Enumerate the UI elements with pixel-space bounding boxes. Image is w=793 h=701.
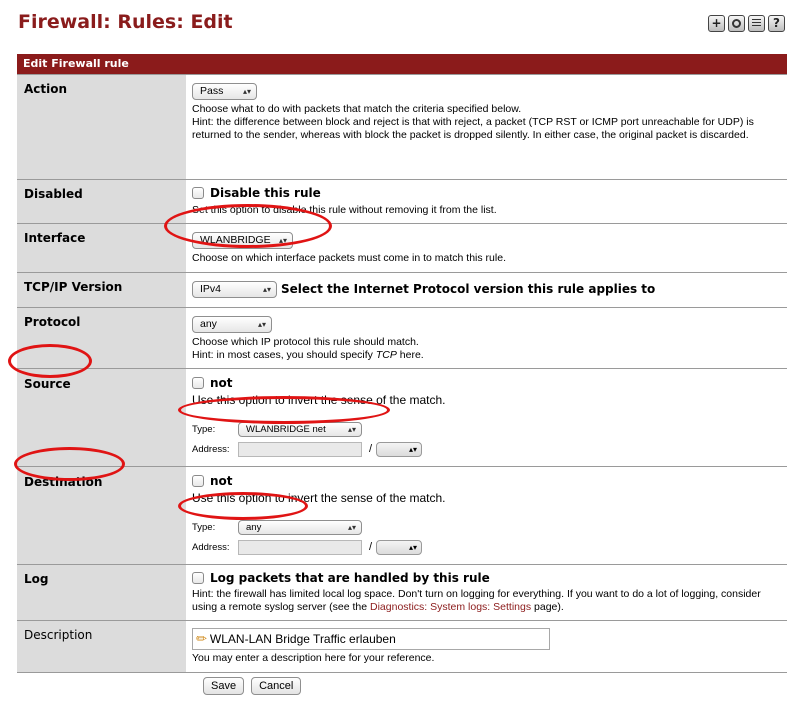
help-icon[interactable]: ? [768, 15, 785, 32]
row-description: Description ✏ WLAN-LAN Bridge Traffic er… [17, 620, 787, 673]
source-type-select[interactable]: WLANBRIDGE net ▴▾ [238, 422, 362, 437]
chevron-updown-icon: ▴▾ [347, 523, 356, 532]
source-address-label: Address: [192, 444, 230, 455]
ipversion-label: TCP/IP Version [17, 272, 186, 308]
row-ipversion: TCP/IP Version IPv4 ▴▾ Select the Interne… [17, 272, 787, 308]
row-destination: Destination not Use this option to inver… [17, 466, 787, 565]
form-buttons: Save Cancel [203, 677, 302, 695]
row-action: Action Pass ▴▾ Choose what to do with pac… [17, 74, 787, 180]
log-checkbox[interactable] [192, 571, 204, 584]
row-interface: Interface WLANBRIDGE ▴▾ Choose on which i… [17, 223, 787, 273]
interface-select[interactable]: WLANBRIDGE ▴▾ [192, 231, 293, 249]
row-protocol: Protocol any ▴▾ Choose which IP protocol … [17, 307, 787, 369]
ipversion-select[interactable]: IPv4 ▴▾ [192, 280, 277, 298]
source-label: Source [17, 368, 186, 467]
save-button[interactable]: Save [203, 677, 245, 695]
pencil-icon: ✏ [196, 630, 207, 646]
disabled-hint: Set this option to disable this rule wit… [192, 203, 497, 216]
row-source: Source not Use this option to invert the… [17, 368, 787, 467]
destination-type-select[interactable]: any ▴▾ [238, 520, 362, 535]
disabled-label: Disabled [17, 179, 186, 224]
row-disabled: Disabled Disable this rule Set this opti… [17, 179, 787, 224]
chevron-updown-icon: ▴▾ [242, 86, 251, 96]
source-not-label: not [210, 375, 233, 390]
add-icon[interactable]: + [708, 15, 725, 32]
description-hint: You may enter a description here for you… [192, 651, 435, 664]
source-type-label: Type: [192, 424, 216, 435]
gear-icon[interactable] [728, 15, 745, 32]
chevron-updown-icon: ▴▾ [257, 319, 266, 329]
destination-address-label: Address: [192, 542, 230, 553]
chevron-updown-icon: ▴▾ [347, 425, 356, 434]
destination-hint: Use this option to invert the sense of t… [192, 490, 446, 505]
destination-type-label: Type: [192, 522, 216, 533]
chevron-updown-icon: ▴▾ [409, 543, 418, 552]
disable-rule-checkbox[interactable] [192, 186, 204, 199]
source-hint: Use this option to invert the sense of t… [192, 392, 446, 407]
protocol-select[interactable]: any ▴▾ [192, 315, 272, 333]
destination-not-checkbox[interactable] [192, 474, 204, 487]
source-mask-select[interactable]: ▴▾ [376, 442, 423, 457]
protocol-hint-detail: Hint: in most cases, you should specify … [192, 348, 424, 361]
log-hint: Hint: the firewall has limited local log… [192, 587, 761, 613]
protocol-label: Protocol [17, 307, 186, 369]
destination-mask-slash: / [369, 541, 373, 553]
destination-not-label: not [210, 473, 233, 488]
destination-label: Destination [17, 466, 186, 565]
action-select[interactable]: Pass ▴▾ [192, 82, 257, 100]
interface-label: Interface [17, 223, 186, 273]
top-icon-bar: + ? [708, 15, 785, 32]
chevron-updown-icon: ▴▾ [278, 235, 287, 245]
destination-mask-select[interactable]: ▴▾ [376, 540, 423, 555]
description-label: Description [17, 620, 186, 673]
page-title: Firewall: Rules: Edit [18, 11, 233, 33]
firewall-rule-form: Edit Firewall rule Action Pass ▴▾ Choose … [17, 54, 787, 673]
chevron-updown-icon: ▴▾ [262, 284, 271, 294]
source-not-checkbox[interactable] [192, 376, 204, 389]
action-label: Action [17, 74, 186, 180]
row-log: Log Log packets that are handled by this… [17, 564, 787, 621]
protocol-hint: Choose which IP protocol this rule shoul… [192, 335, 419, 348]
destination-address-input[interactable] [238, 540, 362, 555]
description-input[interactable]: ✏ WLAN-LAN Bridge Traffic erlauben [192, 627, 550, 650]
cancel-button[interactable]: Cancel [251, 677, 302, 695]
ipversion-hint: Select the Internet Protocol version thi… [281, 281, 656, 296]
action-hint: Choose what to do with packets that matc… [192, 102, 522, 115]
form-header: Edit Firewall rule [17, 54, 787, 75]
disable-rule-checkbox-label: Disable this rule [210, 185, 321, 200]
syslog-settings-link[interactable]: Diagnostics: System logs: Settings [370, 601, 531, 613]
source-mask-slash: / [369, 443, 373, 455]
log-label: Log [17, 564, 186, 621]
interface-hint: Choose on which interface packets must c… [192, 251, 506, 264]
log-checkbox-label: Log packets that are handled by this rul… [210, 570, 490, 585]
list-icon[interactable] [748, 15, 765, 32]
action-hint-detail: Hint: the difference between block and r… [192, 115, 754, 141]
chevron-updown-icon: ▴▾ [409, 445, 418, 454]
source-address-input[interactable] [238, 442, 362, 457]
